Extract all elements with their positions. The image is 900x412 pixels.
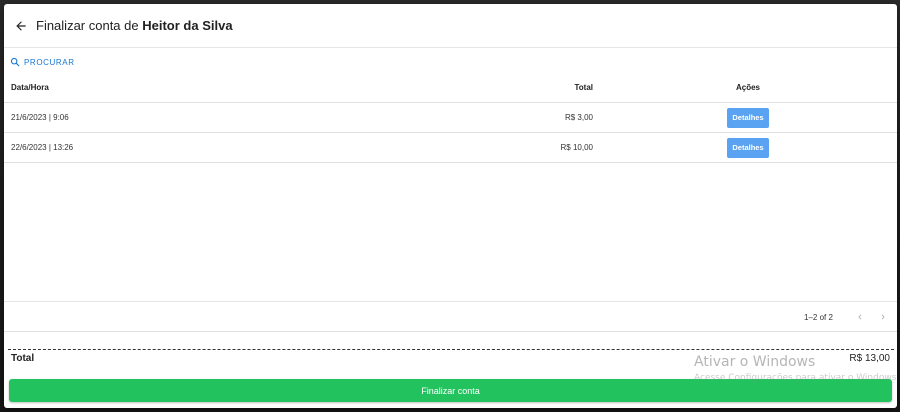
dialog-header: Finalizar conta de Heitor da Silva [4, 4, 897, 48]
row-total: R$ 3,00 [564, 113, 593, 122]
finalize-account-dialog: Finalizar conta de Heitor da Silva PROCU… [4, 4, 897, 408]
arrow-left-icon [16, 20, 26, 31]
row-actions: Detalhes [708, 133, 788, 162]
back-button[interactable] [8, 13, 34, 39]
next-page-button[interactable] [875, 309, 891, 325]
pagination-range: 1–2 of 2 [804, 312, 833, 322]
table-pagination: 1–2 of 2 [4, 302, 897, 332]
column-header-datetime[interactable]: Data/Hora [11, 72, 49, 102]
total-value: R$ 13,00 [849, 353, 890, 364]
dialog-title: Finalizar conta de Heitor da Silva [36, 18, 233, 33]
bills-table: Data/Hora Total Ações 21/6/2023 | 9:06 R… [4, 72, 897, 163]
details-button[interactable]: Detalhes [727, 107, 769, 128]
row-datetime: 21/6/2023 | 9:06 [11, 113, 69, 122]
row-total: R$ 10,00 [560, 143, 593, 152]
customer-name: Heitor da Silva [142, 18, 233, 33]
details-button[interactable]: Detalhes [727, 137, 769, 158]
table-header-row: Data/Hora Total Ações [4, 72, 897, 103]
row-datetime: 22/6/2023 | 13:26 [11, 143, 74, 152]
dialog-title-prefix: Finalizar conta de [36, 18, 139, 33]
windows-activation-watermark-title: Ativar o Windows [694, 354, 816, 370]
total-label: Total [11, 353, 35, 364]
column-header-actions: Ações [735, 82, 760, 92]
windows-activation-watermark-subtitle: Acesse Configurações para ativar o Windo… [694, 373, 896, 383]
row-actions: Detalhes [708, 103, 788, 132]
search-label: PROCURAR [24, 57, 75, 67]
previous-page-button[interactable] [852, 309, 868, 325]
search-icon [10, 57, 20, 67]
chevron-left-icon [858, 314, 862, 320]
search-button[interactable]: PROCURAR [10, 55, 75, 69]
table-row: 22/6/2023 | 13:26 R$ 10,00 Detalhes [4, 133, 897, 163]
column-header-total[interactable]: Total [574, 72, 593, 102]
table-row: 21/6/2023 | 9:06 R$ 3,00 Detalhes [4, 103, 897, 133]
total-divider [8, 349, 894, 350]
chevron-right-icon [881, 314, 885, 320]
